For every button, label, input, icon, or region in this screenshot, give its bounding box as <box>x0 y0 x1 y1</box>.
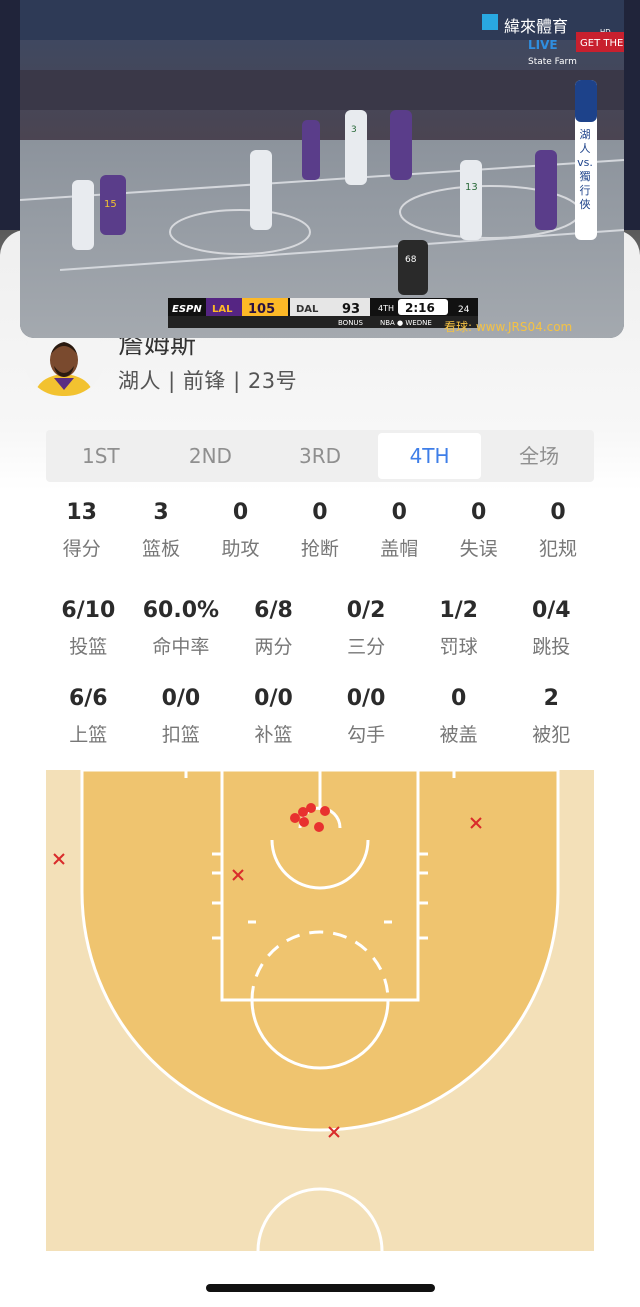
svg-text:2:16: 2:16 <box>405 301 435 315</box>
stat-value: 0/0 <box>346 686 386 711</box>
stat-value: 0 <box>470 500 487 525</box>
svg-text:15: 15 <box>104 199 117 210</box>
made-shot-marker <box>299 817 309 827</box>
stat-label: 失误 <box>459 538 498 560</box>
video-frame: 15 3 13 68 緯來體育 HD LIVE GET THE B State … <box>20 0 624 338</box>
period-tabs: 1ST 2ND 3RD 4TH 全场 <box>46 430 594 482</box>
stat-label: 篮板 <box>142 538 181 560</box>
shot-chart <box>46 770 594 1251</box>
stat-row1-4: 0 盖帽 <box>360 498 439 561</box>
stat-row3-1: 0/0 扣篮 <box>135 684 228 747</box>
tab-1[interactable]: 2ND <box>159 433 263 479</box>
svg-text:看球: www.JRS04.com: 看球: www.JRS04.com <box>444 320 572 334</box>
stat-row3-3: 0/0 勾手 <box>320 684 413 747</box>
stat-label: 上篮 <box>69 724 108 746</box>
stat-value: 0 <box>550 500 566 525</box>
svg-text:DAL: DAL <box>296 304 319 315</box>
svg-text:LAL: LAL <box>212 304 233 315</box>
stat-label: 补篮 <box>254 724 293 746</box>
stat-value: 1/2 <box>439 598 478 623</box>
stat-value: 0/2 <box>346 598 386 623</box>
stat-value: 0 <box>312 500 328 525</box>
stat-row1-6: 0 犯规 <box>518 498 597 561</box>
stat-label: 犯规 <box>539 538 578 560</box>
stats-row-basic: 13 得分 3 篮板 0 助攻 0 抢断 0 盖帽 0 失误 0 犯规 <box>42 498 598 561</box>
stat-row1-0: 13 得分 <box>42 498 121 561</box>
stat-value: 13 <box>66 500 97 525</box>
stat-label: 得分 <box>62 538 101 560</box>
stat-label: 罚球 <box>439 636 478 658</box>
svg-text:BONUS: BONUS <box>338 319 364 327</box>
stats-row-shooting: 6/10 投篮 60.0% 命中率 6/8 两分 0/2 三分 1/2 罚球 0/4 跳投 <box>42 596 598 659</box>
svg-text:State Farm: State Farm <box>528 57 577 67</box>
stat-row1-3: 0 抢断 <box>280 498 359 561</box>
svg-text:68: 68 <box>405 255 417 265</box>
svg-text:NBA ● WEDNE: NBA ● WEDNE <box>380 319 432 327</box>
stat-value: 6/6 <box>68 686 108 711</box>
stat-row2-1: 60.0% 命中率 <box>135 596 228 659</box>
stats-row-shot-types: 6/6 上篮 0/0 扣篮 0/0 补篮 0/0 勾手 0 被盖 2 被犯 <box>42 684 598 747</box>
svg-text:4TH: 4TH <box>378 304 394 313</box>
stat-label: 三分 <box>347 636 386 658</box>
svg-text:105: 105 <box>248 302 275 317</box>
stat-label: 助攻 <box>221 538 260 560</box>
made-shot-marker <box>320 806 330 816</box>
stat-value: 0/0 <box>161 686 201 711</box>
stat-label: 扣篮 <box>161 724 200 746</box>
matchup-vertical-text: 湖人 vs. 獨行俠 <box>577 128 593 211</box>
tab-0[interactable]: 1ST <box>49 433 153 479</box>
stat-row1-2: 0 助攻 <box>201 498 280 561</box>
made-shot-marker <box>314 822 324 832</box>
stat-value: 0/4 <box>531 598 571 623</box>
stat-value: 0 <box>232 500 249 525</box>
stat-label: 两分 <box>254 636 293 658</box>
stat-row3-0: 6/6 上篮 <box>42 684 135 747</box>
stat-value: 0 <box>451 686 467 711</box>
svg-text:緯來體育: 緯來體育 <box>504 17 568 36</box>
stat-value: 0 <box>391 500 407 525</box>
stat-label: 抢断 <box>300 538 339 560</box>
svg-text:13: 13 <box>465 182 478 193</box>
stat-label: 投篮 <box>69 636 108 658</box>
tab-2[interactable]: 3RD <box>268 433 372 479</box>
stat-row3-5: 2 被犯 <box>505 684 598 747</box>
tab-4[interactable]: 全场 <box>487 433 591 479</box>
stat-value: 0/0 <box>254 686 293 711</box>
live-video-player[interactable]: 15 3 13 68 緯來體育 HD LIVE GET THE B State … <box>20 0 624 338</box>
stat-label: 跳投 <box>532 636 571 658</box>
stat-value: 60.0% <box>142 598 220 623</box>
stat-label: 勾手 <box>347 724 386 746</box>
made-shot-marker <box>290 813 300 823</box>
stat-row3-4: 0 被盖 <box>412 684 505 747</box>
stat-label: 命中率 <box>152 636 210 658</box>
svg-text:93: 93 <box>342 302 360 317</box>
stat-row2-5: 0/4 跳投 <box>505 596 598 659</box>
player-info: 湖人 | 前锋 | 23号 <box>118 369 298 393</box>
stat-value: 3 <box>153 500 169 525</box>
svg-text:ESPN: ESPN <box>172 304 202 315</box>
stat-label: 被盖 <box>439 724 478 746</box>
svg-text:3: 3 <box>351 125 357 135</box>
stat-value: 6/8 <box>254 598 293 623</box>
screen: 詹姆斯 湖人 | 前锋 | 23号 15 3 13 68 緯來體育 LIVE G… <box>0 0 640 1307</box>
tab-3[interactable]: 4TH <box>377 433 482 479</box>
stat-row2-0: 6/10 投篮 <box>42 596 135 659</box>
stat-row1-1: 3 篮板 <box>121 498 200 561</box>
stat-row2-2: 6/8 两分 <box>227 596 320 659</box>
stat-label: 被犯 <box>532 724 571 746</box>
stat-value: 2 <box>543 686 559 711</box>
stat-value: 6/10 <box>61 598 116 623</box>
stat-row3-2: 0/0 补篮 <box>227 684 320 747</box>
stat-label: 盖帽 <box>380 538 419 560</box>
stat-row2-3: 0/2 三分 <box>320 596 413 659</box>
home-indicator[interactable] <box>206 1284 435 1292</box>
svg-text:24: 24 <box>458 305 470 315</box>
svg-text:GET THE B: GET THE B <box>580 38 624 49</box>
stat-row1-5: 0 失误 <box>439 498 518 561</box>
made-shot-marker <box>306 803 316 813</box>
stat-row2-4: 1/2 罚球 <box>412 596 505 659</box>
svg-text:LIVE: LIVE <box>528 38 558 52</box>
